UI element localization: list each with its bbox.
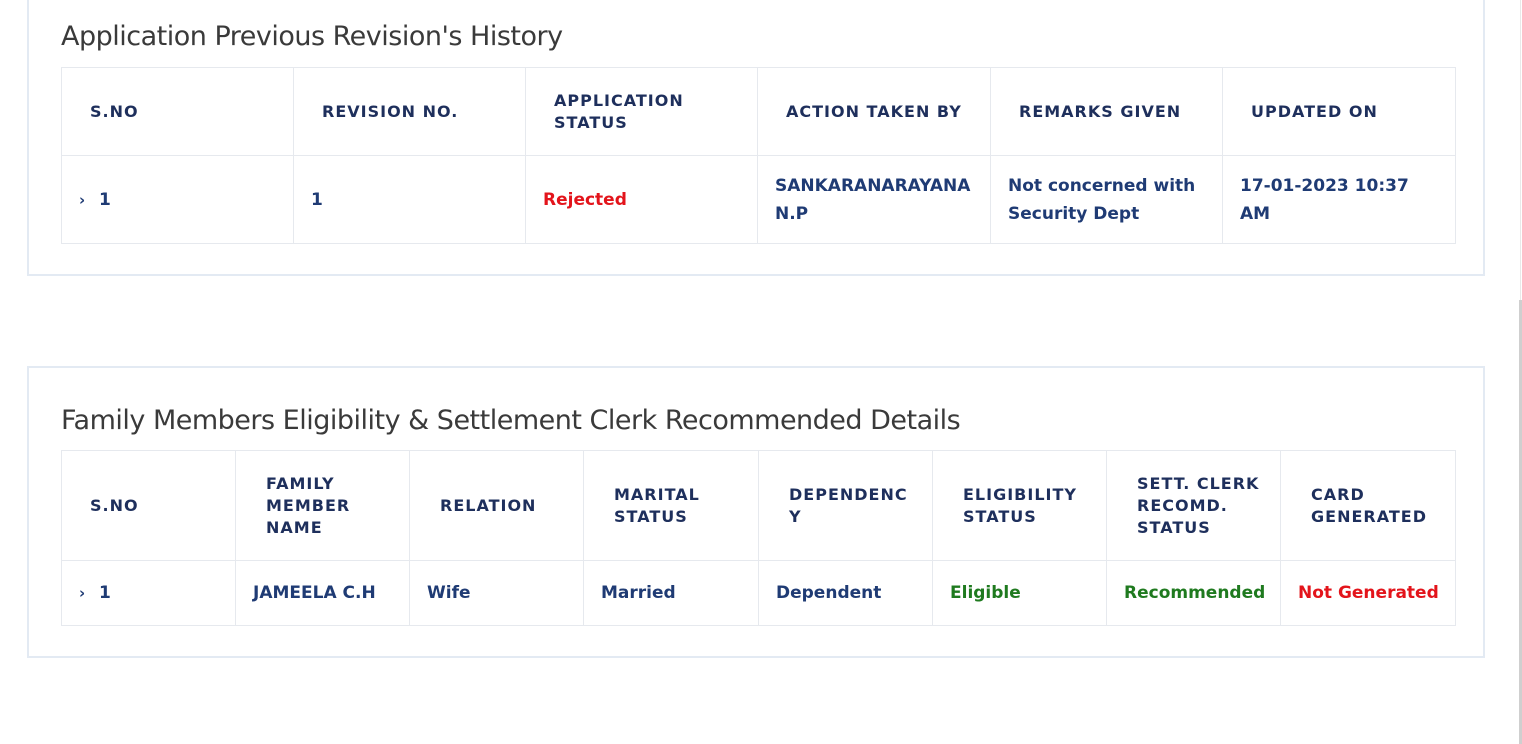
revision-history-panel: Application Previous Revision's History …: [27, 0, 1485, 276]
cell-card-generated: Not Generated: [1280, 560, 1456, 626]
table-row: › 1 1 Rejected SANKARANARAYANAN.P Not con…: [61, 155, 1456, 244]
column-header-dependency: DEPENDENCY: [758, 450, 933, 561]
column-header-remarks-given: REMARKS GIVEN: [990, 67, 1223, 156]
column-header-revision-no: REVISION NO.: [293, 67, 526, 156]
table-header-row: S.NO FAMILY MEMBER NAME RELATION MARITAL…: [61, 450, 1456, 561]
column-header-sno: S.NO: [61, 450, 236, 561]
row-sno-value: 1: [99, 583, 111, 603]
column-header-updated-on: UPDATED ON: [1222, 67, 1456, 156]
cell-remarks-given: Not concerned with Security Dept: [990, 155, 1223, 244]
cell-marital-status: Married: [583, 560, 759, 626]
cell-application-status: Rejected: [525, 155, 758, 244]
family-members-panel: Family Members Eligibility & Settlement …: [27, 366, 1485, 658]
cell-clerk-recommendation: Recommended: [1106, 560, 1281, 626]
column-header-card-generated: CARD GENERATED: [1280, 450, 1456, 561]
chevron-right-icon[interactable]: ›: [79, 186, 99, 214]
row-sno-value: 1: [99, 189, 111, 210]
column-header-eligibility-status: ELIGIBILITY STATUS: [932, 450, 1107, 561]
revision-history-title: Application Previous Revision's History: [61, 21, 563, 52]
cell-updated-on: 17-01-2023 10:37 AM: [1222, 155, 1456, 244]
cell-sno[interactable]: › 1: [61, 155, 294, 244]
column-header-relation: RELATION: [409, 450, 584, 561]
revision-history-table: S.NO REVISION NO. APPLICATION STATUS ACT…: [61, 67, 1456, 244]
column-header-marital-status: MARITAL STATUS: [583, 450, 759, 561]
column-header-application-status: APPLICATION STATUS: [525, 67, 758, 156]
column-header-sno: S.NO: [61, 67, 294, 156]
cell-dependency: Dependent: [758, 560, 933, 626]
chevron-right-icon[interactable]: ›: [79, 579, 99, 607]
cell-revision-no: 1: [293, 155, 526, 244]
column-header-family-member-name: FAMILY MEMBER NAME: [235, 450, 410, 561]
cell-member-name: JAMEELA C.H: [235, 560, 410, 626]
cell-action-taken-by: SANKARANARAYANAN.P: [757, 155, 991, 244]
column-header-action-taken-by: ACTION TAKEN BY: [757, 67, 991, 156]
family-members-title: Family Members Eligibility & Settlement …: [61, 405, 961, 436]
page: Application Previous Revision's History …: [0, 0, 1522, 744]
cell-sno[interactable]: › 1: [61, 560, 236, 626]
column-header-clerk-recommendation: SETT. CLERK RECOMD. STATUS: [1106, 450, 1281, 561]
cell-relation: Wife: [409, 560, 584, 626]
cell-eligibility-status: Eligible: [932, 560, 1107, 626]
family-members-table: S.NO FAMILY MEMBER NAME RELATION MARITAL…: [61, 450, 1456, 626]
table-header-row: S.NO REVISION NO. APPLICATION STATUS ACT…: [61, 67, 1456, 156]
table-row: › 1 JAMEELA C.H Wife Married Dependent El…: [61, 560, 1456, 626]
scrollbar-track: [1520, 0, 1521, 300]
